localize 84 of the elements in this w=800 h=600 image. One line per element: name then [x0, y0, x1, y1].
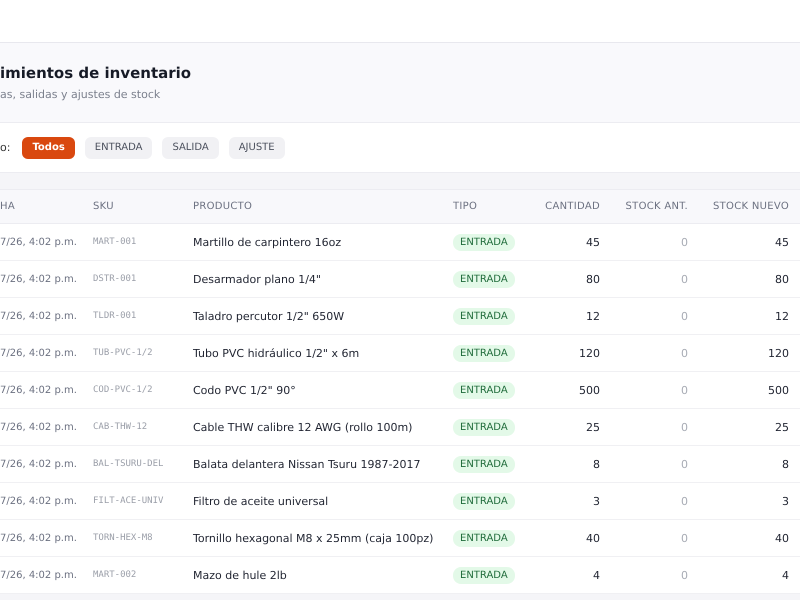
sku-cell-text: TUB-PVC-1/2	[93, 348, 154, 358]
column-header[interactable]: STOCK NUEVO	[688, 201, 789, 212]
column-header[interactable]: TIPO	[453, 201, 530, 212]
type-badge: ENTRADA	[453, 344, 515, 362]
stock-after-cell-text: 8	[781, 458, 789, 470]
sku-cell-text: MART-002	[93, 570, 138, 580]
stock-before-cell-text: 0	[680, 420, 688, 434]
product-cell-text: Taladro percutor 1/2" 650W	[193, 310, 346, 322]
date-cell-text: 7/26, 4:02 p.m.	[0, 274, 78, 284]
column-header[interactable]: HA	[0, 201, 93, 212]
column-header[interactable]: STOCK ANT.	[600, 201, 688, 212]
stock-after-cell-text: 12	[774, 310, 789, 322]
stock-before-cell-text: 0	[680, 494, 688, 508]
date-cell-text: 7/26, 4:02 p.m.	[0, 384, 78, 396]
product-cell-text: Codo PVC 1/2" 90°	[193, 384, 297, 396]
type-badge: ENTRADA	[453, 382, 515, 398]
sku-cell-text: FILT-ACE-UNIV	[93, 496, 164, 506]
date-cell-text: 7/26, 4:02 p.m.	[0, 532, 78, 544]
column-header[interactable]: CANTIDAD	[530, 201, 600, 212]
type-badge: ENTRADA	[453, 270, 515, 288]
date-cell-text: 7/26, 4:02 p.m.	[0, 348, 78, 358]
stock-after-cell-text: 3	[781, 494, 789, 508]
stock-before-cell-text: 0	[680, 568, 688, 582]
filter-label: o:	[0, 141, 10, 154]
sku-cell-text: BAL-TSURU-DEL	[93, 459, 164, 469]
quantity-cell-text: 80	[585, 272, 600, 286]
product-cell-text: Mazo de hule 2lb	[193, 568, 288, 582]
quantity-cell-text: 25	[585, 420, 600, 434]
column-header[interactable]: SKU	[93, 201, 193, 212]
stock-before-cell-text: 0	[680, 532, 688, 544]
stock-before-cell-text: 0	[680, 346, 688, 360]
product-cell-text: Filtro de aceite universal	[193, 494, 330, 508]
stock-after-cell-text: 80	[774, 272, 789, 286]
date-cell-text: 7/26, 4:02 p.m.	[0, 422, 78, 432]
sku-cell-text: TLDR-001	[93, 311, 138, 321]
date-cell-text: 7/26, 4:02 p.m.	[0, 570, 78, 580]
filter-chip[interactable]: Todos	[22, 136, 75, 158]
quantity-cell-text: 3	[592, 494, 600, 508]
product-cell-text: Desarmador plano 1/4"	[193, 272, 322, 286]
stock-after-cell-text: 4	[781, 568, 789, 582]
stock-after-cell-text: 500	[767, 384, 789, 396]
stock-after-cell-text: 45	[774, 236, 789, 248]
type-badge: ENTRADA	[453, 234, 515, 250]
stock-before-cell-text: 0	[680, 458, 688, 470]
quantity-cell-text: 40	[585, 532, 600, 544]
quantity-cell-text: 45	[585, 236, 600, 248]
stock-before-cell-text: 0	[680, 272, 688, 286]
type-badge: ENTRADA	[453, 492, 515, 510]
stock-after-cell-text: 40	[774, 532, 789, 544]
product-cell-text: Tubo PVC hidráulico 1/2" x 6m	[193, 346, 360, 360]
date-cell-text: 7/26, 4:02 p.m.	[0, 458, 78, 470]
product-cell-text: Martillo de carpintero 16oz	[193, 236, 342, 248]
quantity-cell-text: 4	[592, 568, 600, 582]
stock-before-cell-text: 0	[680, 236, 688, 248]
quantity-cell-text: 500	[578, 384, 600, 396]
page-subtitle: as, salidas y ajustes de stock	[0, 88, 162, 101]
quantity-cell-text: 12	[585, 310, 600, 322]
sku-cell-text: MART-001	[93, 237, 138, 247]
product-cell-text: Tornillo hexagonal M8 x 25mm (caja 100pz)	[193, 532, 434, 544]
quantity-cell-text: 8	[592, 458, 600, 470]
type-badge: ENTRADA	[453, 456, 515, 472]
type-badge: ENTRADA	[453, 308, 515, 324]
filter-chip[interactable]: SALIDA	[162, 136, 219, 158]
sku-cell-text: COD-PVC-1/2	[93, 385, 154, 395]
type-badge: ENTRADA	[453, 418, 515, 436]
sku-cell-text: DSTR-001	[93, 274, 138, 284]
product-cell-text: Cable THW calibre 12 AWG (rollo 100m)	[193, 420, 414, 434]
date-cell-text: 7/26, 4:02 p.m.	[0, 496, 78, 506]
sku-cell-text: TORN-HEX-M8	[93, 533, 154, 543]
stock-before-cell-text: 0	[680, 310, 688, 322]
page-title: imientos de inventario	[0, 64, 192, 82]
column-header[interactable]: PRODUCTO	[193, 201, 453, 212]
stock-before-cell-text: 0	[680, 384, 688, 396]
type-badge: ENTRADA	[453, 530, 515, 546]
product-cell-text: Balata delantera Nissan Tsuru 1987-2017	[193, 458, 422, 470]
filter-chip[interactable]: ENTRADA	[84, 136, 152, 158]
type-badge: ENTRADA	[453, 566, 515, 584]
sku-cell-text: CAB-THW-12	[93, 422, 148, 432]
date-cell-text: 7/26, 4:02 p.m.	[0, 310, 78, 322]
quantity-cell-text: 120	[578, 346, 600, 360]
stock-after-cell-text: 25	[774, 420, 789, 434]
filter-chip[interactable]: AJUSTE	[228, 136, 285, 158]
stock-after-cell-text: 120	[767, 346, 789, 360]
date-cell-text: 7/26, 4:02 p.m.	[0, 236, 78, 248]
